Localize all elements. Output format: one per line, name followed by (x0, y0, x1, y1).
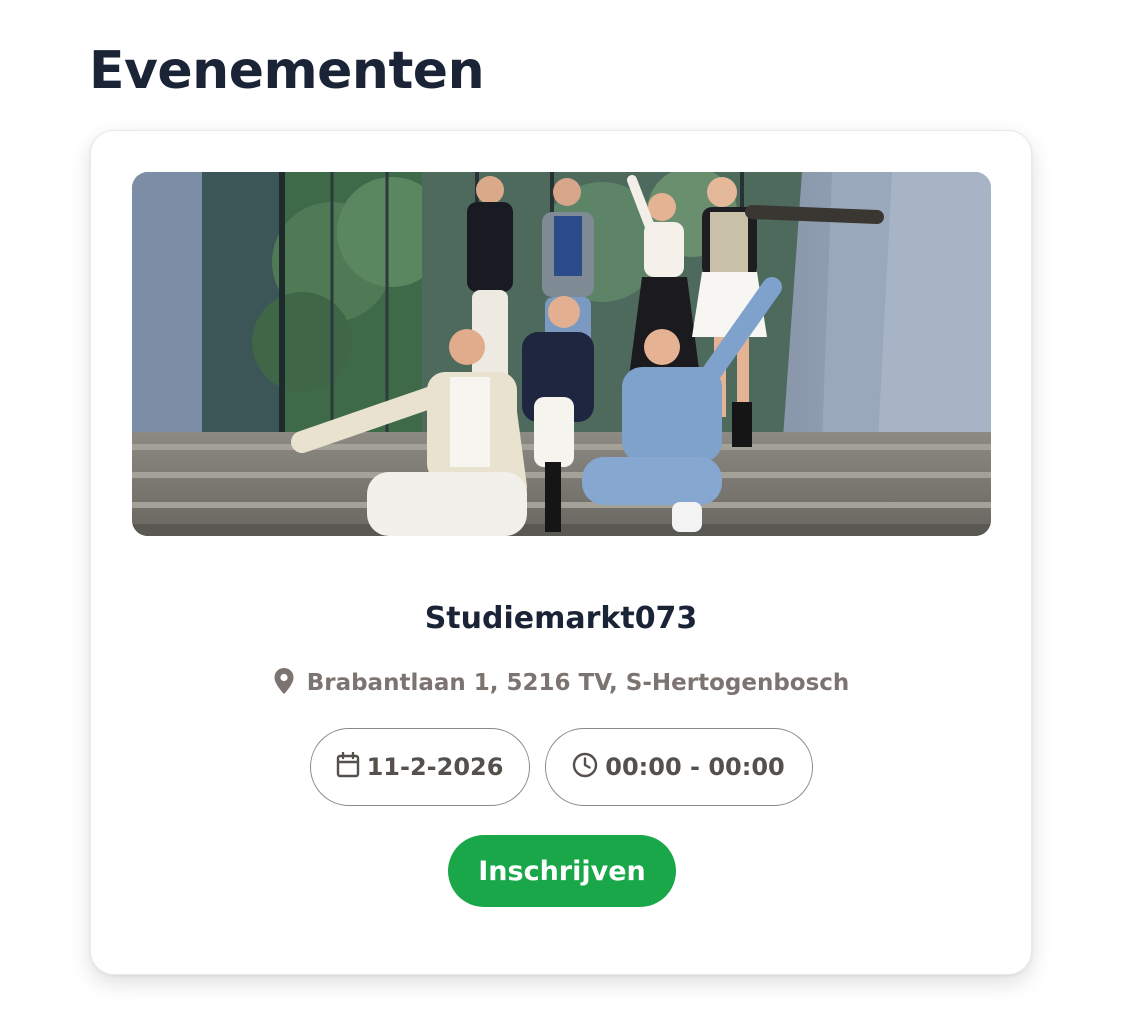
events-page: Evenementen Studiemarkt073 Brabantlaan 1… (0, 0, 1135, 1029)
event-meta-row: 11-2-2026 00:00 - 00:00 (91, 728, 1031, 806)
event-image (132, 172, 991, 536)
time-pill: 00:00 - 00:00 (544, 728, 813, 806)
date-pill: 11-2-2026 (309, 728, 530, 806)
event-time: 00:00 - 00:00 (605, 753, 785, 781)
map-pin-icon (273, 667, 295, 699)
clock-icon (572, 752, 598, 782)
event-card: Studiemarkt073 Brabantlaan 1, 5216 TV, S… (90, 130, 1032, 975)
event-date: 11-2-2026 (366, 753, 504, 781)
event-location: Brabantlaan 1, 5216 TV, S-Hertogenbosch (91, 664, 1031, 702)
page-title: Evenementen (89, 41, 485, 101)
calendar-icon (336, 751, 360, 782)
location-text: Brabantlaan 1, 5216 TV, S-Hertogenbosch (306, 670, 850, 696)
signup-button[interactable]: Inschrijven (448, 835, 676, 907)
event-title: Studiemarkt073 (424, 601, 698, 636)
